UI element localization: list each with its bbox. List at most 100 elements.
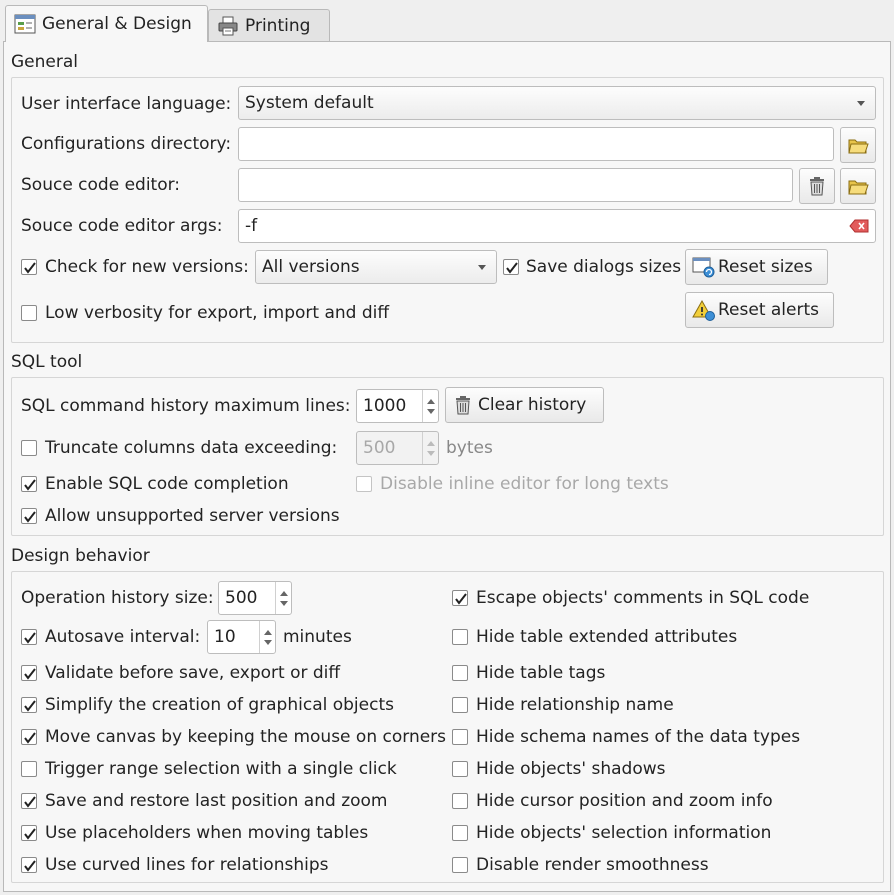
unsupported-checkbox[interactable]: [21, 508, 37, 524]
reset-sizes-button[interactable]: Reset sizes: [685, 249, 828, 285]
browse-config-dir-button[interactable]: [840, 127, 876, 163]
checkmark-icon: [24, 632, 36, 644]
design-option-checkbox[interactable]: [21, 825, 37, 841]
low-verbosity-checkbox[interactable]: [21, 305, 37, 321]
spin-arrows-icon[interactable]: [275, 582, 291, 614]
trash-icon: [456, 396, 470, 415]
design-option-label: Hide cursor position and zoom info: [476, 791, 773, 811]
check-versions-checkbox[interactable]: [21, 259, 37, 275]
design-option-checkbox[interactable]: [452, 825, 468, 841]
checkmark-icon: [24, 860, 36, 872]
folder-open-icon: [848, 180, 869, 195]
design-option-checkbox[interactable]: [21, 697, 37, 713]
clear-text-icon[interactable]: [849, 219, 869, 233]
design-option-checkbox[interactable]: [452, 793, 468, 809]
check-versions-label: Check for new versions:: [45, 257, 249, 277]
design-option-label: Use placeholders when moving tables: [45, 823, 369, 843]
save-dialog-sizes-checkbox[interactable]: [503, 259, 519, 275]
design-option-label: Trigger range selection with a single cl…: [45, 759, 397, 779]
group-title-sql-tool: SQL tool: [11, 352, 83, 372]
design-option-label: Hide objects' selection information: [476, 823, 772, 843]
browse-source-editor-button[interactable]: [840, 168, 876, 204]
history-max-value: 1000: [363, 396, 407, 416]
ui-language-label: User interface language:: [21, 94, 232, 114]
design-option-label: Escape objects' comments in SQL code: [476, 588, 810, 608]
group-title-general: General: [11, 52, 78, 72]
op-history-value: 500: [225, 588, 258, 608]
truncate-label: Truncate columns data exceeding:: [45, 438, 338, 458]
trash-icon: [810, 177, 824, 196]
save-dialog-sizes-label: Save dialogs sizes: [526, 257, 682, 277]
design-option-checkbox[interactable]: [452, 590, 468, 606]
ui-language-select[interactable]: System default: [238, 86, 876, 120]
chevron-down-icon: [478, 265, 486, 270]
clear-history-button[interactable]: Clear history: [445, 387, 604, 423]
design-option-label: Hide schema names of the data types: [476, 727, 801, 747]
source-editor-label: Souce code editor:: [21, 175, 181, 195]
chevron-down-icon: [857, 101, 865, 106]
versions-select[interactable]: All versions: [255, 250, 497, 284]
checkmark-icon: [24, 796, 36, 808]
group-title-design: Design behavior: [11, 546, 150, 566]
code-completion-checkbox[interactable]: [21, 476, 37, 492]
settings-icon: [14, 14, 36, 34]
checkmark-icon: [24, 479, 36, 491]
design-option-label: Hide table tags: [476, 663, 606, 683]
autosave-spinbox[interactable]: 10: [207, 620, 276, 654]
spin-arrows-icon[interactable]: [422, 390, 438, 422]
design-option-checkbox[interactable]: [452, 629, 468, 645]
design-option-checkbox[interactable]: [452, 697, 468, 713]
spin-arrows-icon[interactable]: [259, 621, 275, 653]
truncate-checkbox[interactable]: [21, 440, 37, 456]
design-option-checkbox[interactable]: [452, 665, 468, 681]
ui-language-value: System default: [245, 93, 374, 113]
op-history-spinbox[interactable]: 500: [218, 581, 292, 615]
truncate-spinbox[interactable]: 500: [356, 431, 439, 465]
disable-inline-label: Disable inline editor for long texts: [380, 474, 669, 494]
reset-sizes-label: Reset sizes: [718, 257, 813, 277]
design-option-checkbox[interactable]: [21, 761, 37, 777]
truncate-unit: bytes: [446, 438, 493, 458]
design-option-checkbox[interactable]: [452, 761, 468, 777]
autosave-label: Autosave interval:: [45, 627, 201, 647]
spin-arrows-icon[interactable]: [422, 432, 438, 464]
folder-open-icon: [848, 139, 869, 154]
history-max-spinbox[interactable]: 1000: [356, 389, 439, 423]
reset-alerts-button[interactable]: Reset alerts: [685, 292, 834, 328]
source-editor-args-value: -f: [245, 216, 258, 236]
clear-source-editor-button[interactable]: [799, 168, 835, 204]
checkmark-icon: [24, 668, 36, 680]
unsupported-label: Allow unsupported server versions: [45, 506, 340, 526]
source-editor-args-input[interactable]: -f: [238, 209, 876, 243]
design-option-label: Save and restore last position and zoom: [45, 791, 388, 811]
tab-printing[interactable]: Printing: [208, 9, 330, 41]
printer-icon: [218, 16, 238, 35]
op-history-label: Operation history size:: [21, 588, 214, 608]
autosave-value: 10: [214, 627, 236, 647]
design-option-label: Disable render smoothness: [476, 855, 709, 875]
design-option-label: Hide relationship name: [476, 695, 674, 715]
config-dir-label: Configurations directory:: [21, 134, 232, 154]
design-option-label: Move canvas by keeping the mouse on corn…: [45, 727, 447, 747]
autosave-checkbox[interactable]: [21, 629, 37, 645]
versions-value: All versions: [262, 257, 360, 277]
design-option-checkbox[interactable]: [452, 729, 468, 745]
disable-inline-checkbox[interactable]: [356, 476, 372, 492]
design-option-checkbox[interactable]: [21, 729, 37, 745]
design-option-label: Simplify the creation of graphical objec…: [45, 695, 394, 715]
checkmark-icon: [506, 262, 518, 274]
checkmark-icon: [24, 700, 36, 712]
design-option-checkbox[interactable]: [21, 665, 37, 681]
truncate-value: 500: [363, 438, 396, 458]
autosave-unit: minutes: [283, 627, 352, 647]
design-option-label: Hide table extended attributes: [476, 627, 738, 647]
design-option-checkbox[interactable]: [21, 793, 37, 809]
tab-label: General & Design: [42, 14, 192, 34]
history-max-label: SQL command history maximum lines:: [21, 396, 351, 416]
design-option-checkbox[interactable]: [21, 857, 37, 873]
source-editor-input[interactable]: [238, 168, 793, 202]
design-option-checkbox[interactable]: [452, 857, 468, 873]
tab-general-design[interactable]: General & Design: [5, 5, 208, 42]
reset-sizes-icon: [692, 257, 715, 278]
config-dir-input[interactable]: [238, 127, 834, 161]
